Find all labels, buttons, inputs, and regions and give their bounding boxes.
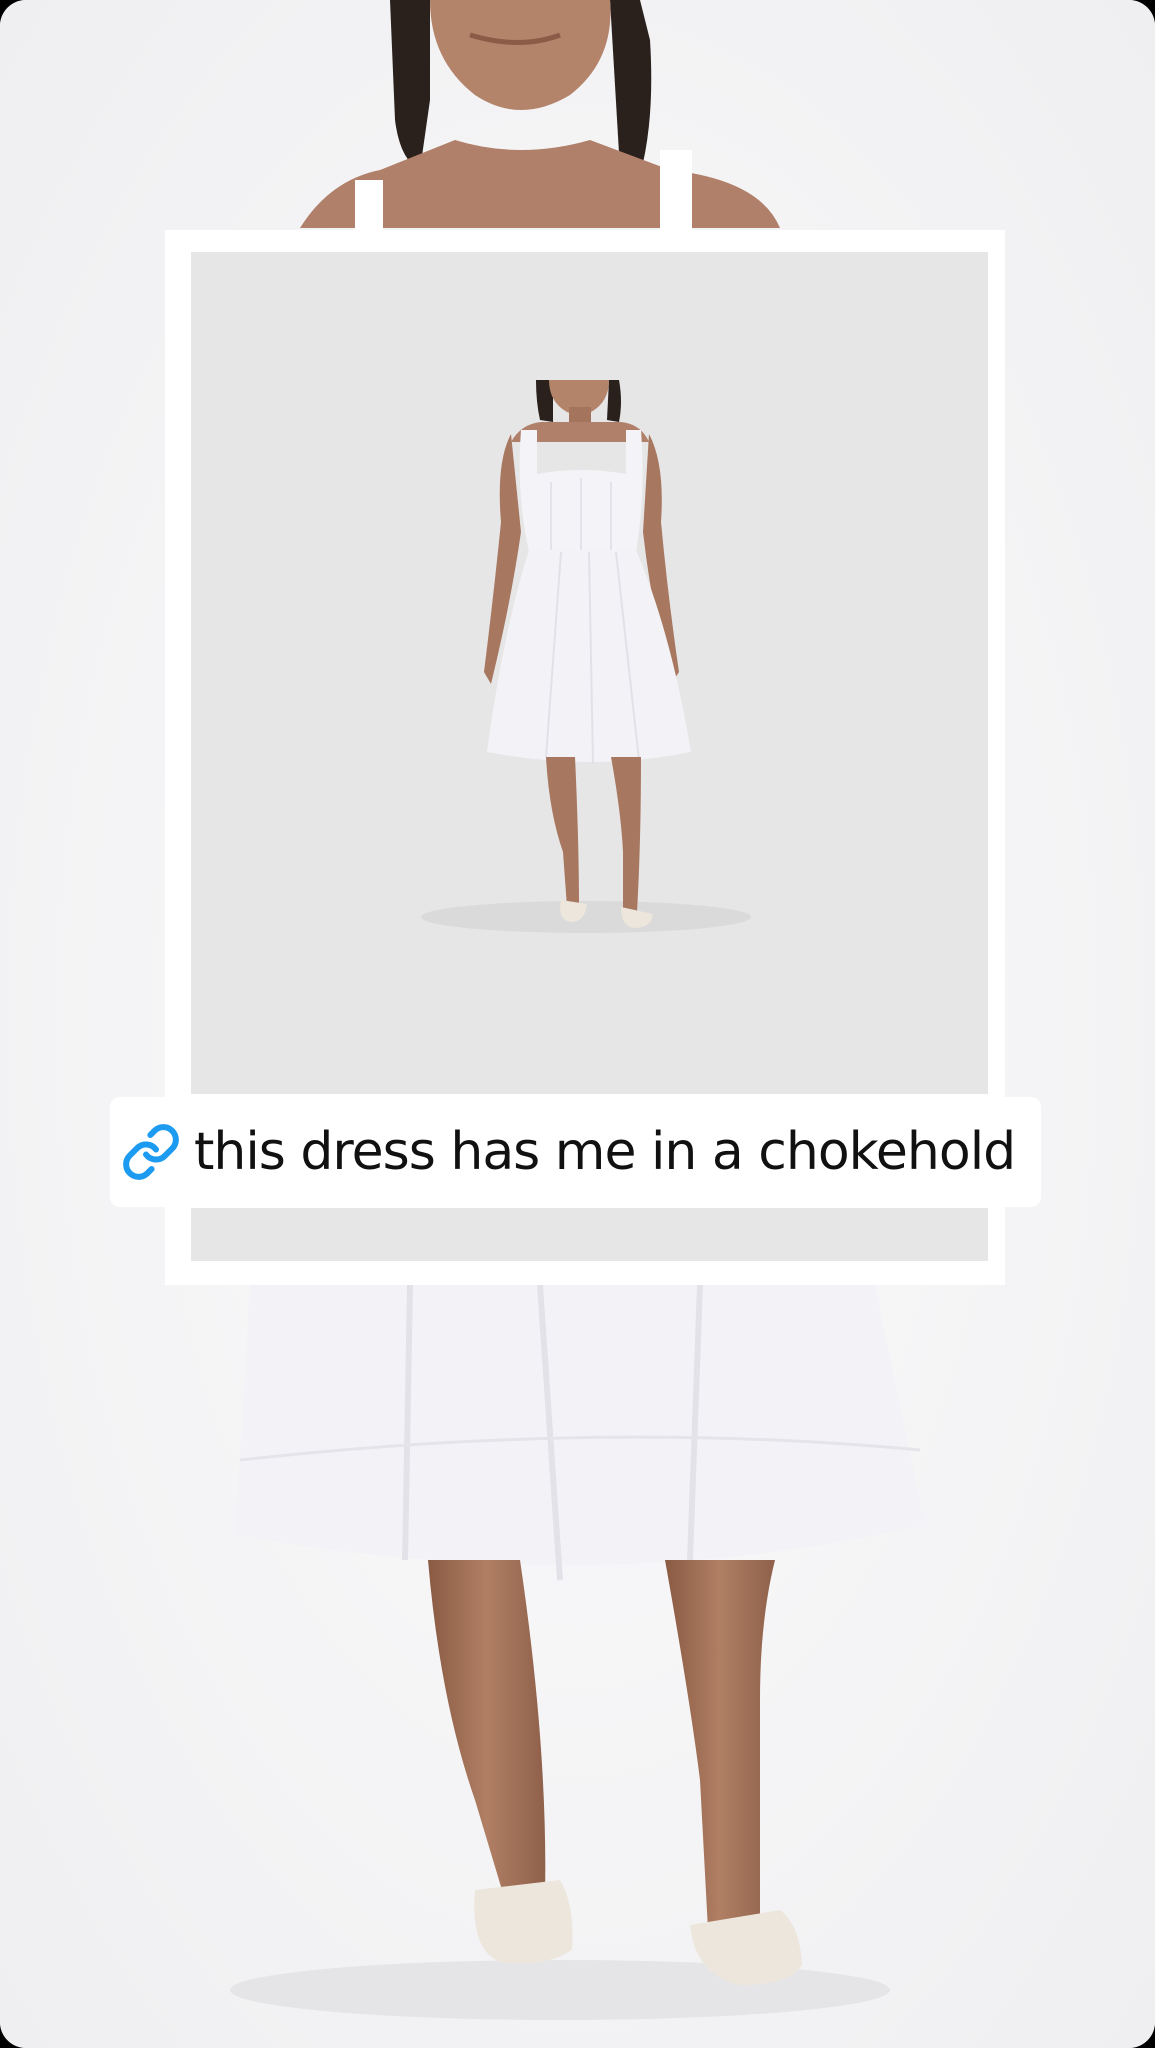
story-canvas: this dress has me in a chokehold bbox=[0, 0, 1155, 2048]
link-sticker-text: this dress has me in a chokehold bbox=[194, 1122, 1016, 1182]
link-sticker[interactable]: this dress has me in a chokehold bbox=[110, 1097, 1042, 1207]
product-photo[interactable] bbox=[191, 252, 988, 1094]
product-caption-placeholder bbox=[191, 1208, 988, 1261]
link-icon bbox=[116, 1117, 186, 1187]
